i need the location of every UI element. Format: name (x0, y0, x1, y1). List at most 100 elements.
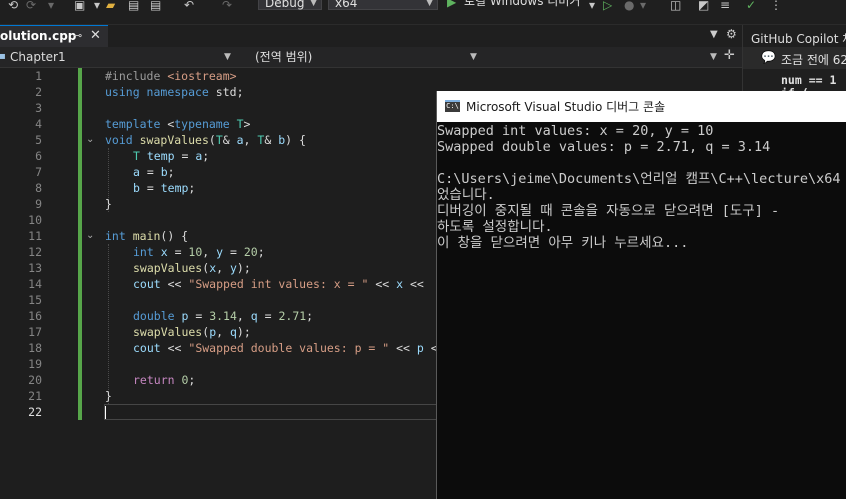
tab-list-dropdown-icon[interactable]: ▼ (710, 29, 718, 40)
punct-token: ) { (285, 133, 306, 147)
line-number: 18 (28, 341, 42, 355)
redo-icon[interactable]: ↷ (222, 0, 232, 11)
overflow-icon[interactable]: ⋮ (770, 0, 782, 11)
chevron-down-icon[interactable]: ▾ (589, 0, 595, 11)
code-line: cout << "Swapped double values: p = " <<… (133, 340, 438, 356)
console-output-line: 하도록 설정합니다. (437, 219, 553, 235)
pin-icon[interactable]: ⊸ (73, 29, 82, 42)
number-token: 2.71 (278, 309, 307, 323)
code-line: cout << "Swapped int values: x = " << x … (133, 276, 424, 292)
variable-token: b (160, 165, 168, 179)
line-number-current: 22 (28, 405, 42, 419)
copilot-timestamp: 조금 전에 62 (781, 53, 846, 67)
back-icon[interactable]: ⟲ (8, 0, 18, 11)
string-token: "Swapped double values: p = " (188, 341, 390, 355)
variable-token: p (174, 309, 189, 323)
code-line: swapValues(p, q); (133, 324, 251, 340)
variable-token: b (133, 181, 140, 195)
console-output-line: 었습니다. (437, 187, 495, 203)
start-debugging-icon[interactable]: ▶ (447, 0, 456, 8)
forward-icon[interactable]: ⟳ (26, 0, 36, 11)
start-without-debugging-icon[interactable]: ▷ (603, 0, 612, 11)
code-line: double p = 3.14, q = 2.71; (133, 308, 313, 324)
line-number: 11 (28, 229, 42, 243)
line-number: 20 (28, 373, 42, 387)
keyword-token: double (133, 309, 175, 323)
collapse-icon[interactable]: ⌄ (86, 228, 94, 244)
format-icon[interactable]: ≡ (720, 0, 730, 11)
punct-token: ( (208, 133, 216, 147)
hot-reload-icon[interactable]: ● (624, 0, 634, 11)
text-caret (105, 406, 106, 419)
punct-token: & (222, 133, 237, 147)
configuration-select[interactable]: Debug ▼ (258, 0, 322, 10)
code-line: b = temp; (133, 180, 195, 196)
console-output-line: C:\Users\jeime\Documents\언리얼 캠프\C++\lect… (437, 171, 841, 187)
console-output-line: Swapped int values: x = 20, y = 10 (437, 123, 714, 139)
punct-token: , (216, 261, 230, 275)
code-line: void swapValues(T& a, T& b) { (105, 132, 306, 148)
punct-token: ; (167, 165, 175, 179)
code-line: swapValues(x, y); (133, 260, 251, 276)
punct-token: ; (257, 245, 265, 259)
split-icon[interactable]: ✛ (724, 48, 735, 63)
punct-token: < (160, 117, 175, 131)
function-token: main (125, 229, 161, 243)
variable-token: q (229, 325, 237, 339)
start-debugging-button[interactable]: 로컬 Windows 디버거 (464, 0, 580, 8)
variable-token: x (153, 245, 168, 259)
param-token: a (236, 133, 244, 147)
configuration-value: Debug (265, 0, 305, 10)
punct-token: = (188, 309, 210, 323)
copilot-panel-title[interactable]: GitHub Copilot 채 (751, 30, 846, 47)
line-number: 2 (35, 85, 42, 99)
platform-select[interactable]: x64 ▼ (328, 0, 438, 10)
gear-icon[interactable]: ⚙ (726, 27, 737, 41)
line-number: 6 (35, 149, 42, 163)
type-token: T (133, 149, 140, 163)
project-select[interactable]: ▪ Chapter1 ▼ (0, 48, 234, 66)
perf-icon[interactable]: ◫ (670, 0, 681, 11)
debug-console-window[interactable]: C:\ Microsoft Visual Studio 디버그 콘솔 Swapp… (436, 91, 846, 499)
save-icon[interactable]: ▤ (128, 0, 139, 11)
chevron-down-icon[interactable]: ▾ (640, 0, 646, 11)
variable-token: cout (133, 341, 161, 355)
console-output-line: Swapped double values: p = 2.71, q = 3.1… (437, 139, 771, 155)
code-line: } (105, 197, 112, 211)
punct-token: << (160, 277, 189, 291)
chat-bubble-icon: 💬 (761, 50, 776, 64)
tools-icon[interactable]: ◩ (698, 0, 709, 11)
scope-select[interactable]: (전역 범위) ▼ (238, 48, 480, 66)
line-number: 12 (28, 245, 42, 259)
keyword-token: typename (174, 117, 230, 131)
open-folder-icon[interactable]: ▰ (106, 0, 115, 11)
code-line: int main() { (105, 228, 188, 244)
collapse-icon[interactable]: ⌄ (86, 132, 94, 148)
tab-label: olution.cpp (0, 29, 77, 43)
tab-solution-cpp[interactable]: olution.cpp ⊸ ✕ (0, 25, 108, 47)
chevron-down-icon[interactable]: ▾ (94, 0, 100, 11)
punct-token: = (139, 165, 161, 179)
variable-token: temp (139, 149, 175, 163)
variable-token: cout (133, 277, 161, 291)
punct-token: << (403, 277, 424, 291)
line-number: 14 (28, 277, 42, 291)
type-token: T (215, 133, 223, 147)
punct-token: = (223, 245, 244, 259)
punct-token: ); (236, 261, 251, 275)
console-app-icon: C:\ (445, 100, 460, 112)
code-line: T temp = a; (133, 148, 209, 164)
dropdown-icon[interactable]: ▾ (48, 0, 54, 11)
undo-icon[interactable]: ↶ (184, 0, 194, 11)
code-line: } (105, 389, 112, 403)
keyword-token: int (105, 229, 126, 243)
new-item-icon[interactable]: ▣ (74, 0, 85, 11)
save-all-icon[interactable]: ▤ (150, 0, 161, 11)
console-title-bar[interactable]: C:\ Microsoft Visual Studio 디버그 콘솔 (437, 91, 846, 122)
close-icon[interactable]: ✕ (90, 28, 101, 43)
member-select[interactable]: ▼ (482, 48, 722, 66)
check-icon[interactable]: ✓ (746, 0, 756, 11)
punct-token: << (389, 341, 417, 355)
punct-token: > (243, 117, 251, 131)
current-line-highlight (104, 404, 442, 420)
